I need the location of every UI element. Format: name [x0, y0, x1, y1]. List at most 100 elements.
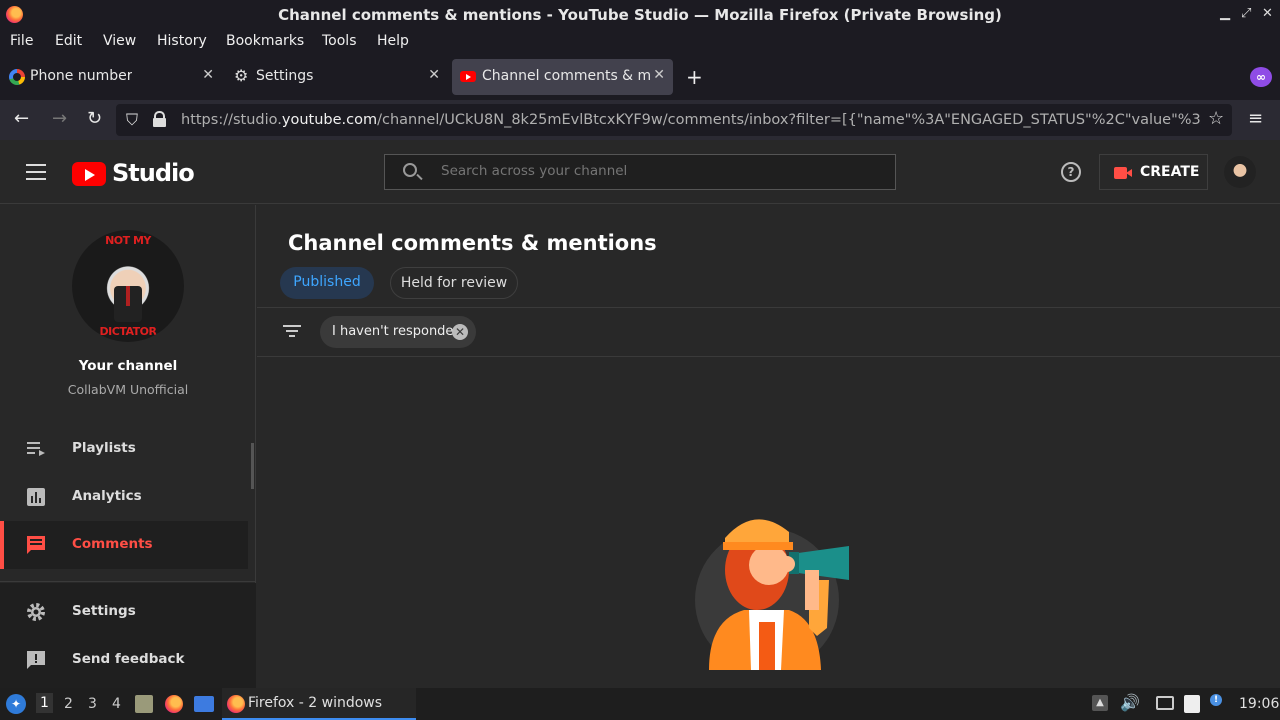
tab-label: Published [293, 274, 361, 290]
analytics-icon [27, 488, 45, 506]
maximize-icon[interactable]: ⤢ [1241, 6, 1251, 21]
youtube-icon [460, 71, 476, 82]
account-avatar[interactable] [1224, 156, 1256, 188]
workspace-3[interactable]: 3 [88, 696, 97, 712]
sidebar-item-label: Analytics [72, 488, 142, 504]
playlist-icon [27, 442, 45, 456]
sidebar-item-analytics[interactable]: Analytics [0, 473, 248, 521]
workspace-4[interactable]: 4 [112, 696, 121, 712]
menu-view[interactable]: View [103, 33, 136, 49]
workspace-2[interactable]: 2 [64, 696, 73, 712]
bookmark-star-icon[interactable]: ☆ [1208, 108, 1224, 129]
sidebar-item-playlists[interactable]: Playlists [0, 425, 248, 473]
menu-tools[interactable]: Tools [322, 33, 357, 49]
divider [257, 356, 1280, 357]
youtube-studio: Studio ? CREATE NOT MY DICTATOR Your cha… [0, 140, 1280, 688]
menu-help[interactable]: Help [377, 33, 409, 49]
taskbar-firefox-window[interactable]: Firefox - 2 windows [222, 688, 416, 720]
desktop-icon[interactable] [194, 696, 214, 712]
search-box[interactable] [384, 154, 896, 190]
window-title: Channel comments & mentions - YouTube St… [278, 6, 1002, 24]
menu-bookmarks[interactable]: Bookmarks [226, 33, 304, 49]
menu-file[interactable]: File [10, 33, 33, 49]
sidebar-item-comments[interactable]: Comments [0, 521, 248, 569]
channel-avatar[interactable]: NOT MY DICTATOR [72, 230, 184, 342]
firefox-launcher-icon[interactable] [165, 695, 183, 713]
menu-history[interactable]: History [157, 33, 207, 49]
new-tab-icon[interactable]: + [686, 65, 703, 89]
create-label: CREATE [1140, 164, 1200, 180]
sidebar-bottom-section: Settings Send feedback [0, 583, 256, 688]
menu-bar: File Edit View History Bookmarks Tools H… [0, 30, 1280, 54]
url-text[interactable]: https://studio.youtube.com/channel/UCkU8… [181, 112, 1201, 128]
sidebar-item-label: Settings [72, 603, 136, 619]
google-icon [9, 69, 25, 85]
gear-icon [27, 603, 45, 621]
avatar-top-text: NOT MY [105, 234, 151, 247]
workspace-1[interactable]: 1 [36, 693, 53, 713]
tab-published[interactable]: Published [280, 267, 374, 299]
tab-bar: Phone number ✕ ⚙ Settings ✕ Channel comm… [0, 54, 1280, 100]
search-input[interactable] [441, 163, 881, 179]
tab-held-for-review[interactable]: Held for review [390, 267, 518, 299]
tab-label: Channel comments & me [482, 68, 650, 84]
url-domain: youtube.com [281, 112, 378, 128]
sidebar-item-send-feedback[interactable]: Send feedback [0, 636, 248, 684]
sidebar-scrollbar[interactable] [251, 443, 254, 489]
tab-channel-comments[interactable]: Channel comments & me ✕ [452, 59, 673, 95]
forward-icon[interactable]: → [52, 108, 67, 129]
filter-icon[interactable] [283, 325, 301, 337]
menu-edit[interactable]: Edit [55, 33, 82, 49]
remove-filter-icon[interactable]: ✕ [452, 324, 468, 340]
sidebar-item-settings[interactable]: Settings [0, 588, 248, 636]
taskbar: ✦ 1 2 3 4 Firefox - 2 windows ▲ 🔊 ! 19:0… [0, 688, 1280, 720]
reload-icon[interactable]: ↻ [87, 108, 102, 129]
avatar-bottom-text: DICTATOR [99, 325, 157, 338]
sidebar-divider [0, 581, 256, 582]
close-window-icon[interactable]: ✕ [1262, 6, 1273, 21]
youtube-logo-icon [72, 162, 106, 186]
divider [257, 307, 1280, 308]
close-tab-icon[interactable]: ✕ [202, 67, 214, 83]
tab-label: Settings [256, 68, 314, 84]
tab-phone-number[interactable]: Phone number ✕ [0, 59, 222, 95]
hamburger-menu-icon[interactable] [26, 164, 46, 180]
main-content: Channel comments & mentions Published He… [257, 205, 1280, 688]
sidebar: NOT MY DICTATOR Your channel CollabVM Un… [0, 205, 256, 688]
private-browsing-icon: ∞ [1250, 67, 1272, 87]
filter-chip-label: I haven't responded [332, 324, 462, 339]
channel-name: Your channel [78, 358, 178, 374]
create-button[interactable]: CREATE [1099, 154, 1208, 190]
comments-icon [27, 536, 45, 554]
minimize-icon[interactable]: ▁ [1220, 6, 1230, 21]
notification-icon[interactable]: ! [1210, 694, 1222, 706]
empty-state-illustration [695, 519, 849, 670]
help-icon[interactable]: ? [1061, 162, 1081, 182]
feedback-icon [27, 651, 45, 669]
sidebar-item-label: Send feedback [72, 651, 185, 667]
file-manager-icon[interactable] [135, 695, 153, 713]
close-tab-icon[interactable]: ✕ [428, 67, 440, 83]
shield-icon[interactable]: ⛉ [126, 110, 138, 130]
gear-icon: ⚙ [234, 66, 249, 85]
studio-logo-text: Studio [112, 159, 195, 187]
back-icon[interactable]: ← [14, 108, 29, 129]
avatar-tie [126, 286, 130, 306]
network-icon[interactable] [1156, 696, 1174, 710]
tab-settings[interactable]: ⚙ Settings ✕ [226, 59, 448, 95]
url-prefix: https://studio. [181, 112, 282, 128]
filter-chip[interactable]: I haven't responded ✕ [320, 316, 476, 348]
app-menu-icon[interactable]: ≡ [1248, 108, 1263, 129]
taskbar-window-label: Firefox - 2 windows [248, 695, 383, 711]
studio-header: Studio ? CREATE [0, 140, 1280, 204]
address-bar[interactable]: ⛉ https://studio.youtube.com/channel/UCk… [116, 104, 1232, 136]
tray-arrow-icon[interactable]: ▲ [1092, 695, 1108, 711]
volume-icon[interactable]: 🔊 [1120, 693, 1140, 712]
page-title: Channel comments & mentions [288, 231, 657, 255]
start-menu-icon[interactable]: ✦ [6, 694, 26, 714]
close-tab-icon[interactable]: ✕ [653, 67, 665, 83]
channel-subtitle: CollabVM Unofficial [67, 382, 189, 397]
clipboard-icon[interactable] [1184, 695, 1200, 713]
url-path: /channel/UCkU8N_8k25mEvlBtcxKYF9w/commen… [377, 112, 1201, 128]
video-camera-icon [1114, 167, 1132, 179]
